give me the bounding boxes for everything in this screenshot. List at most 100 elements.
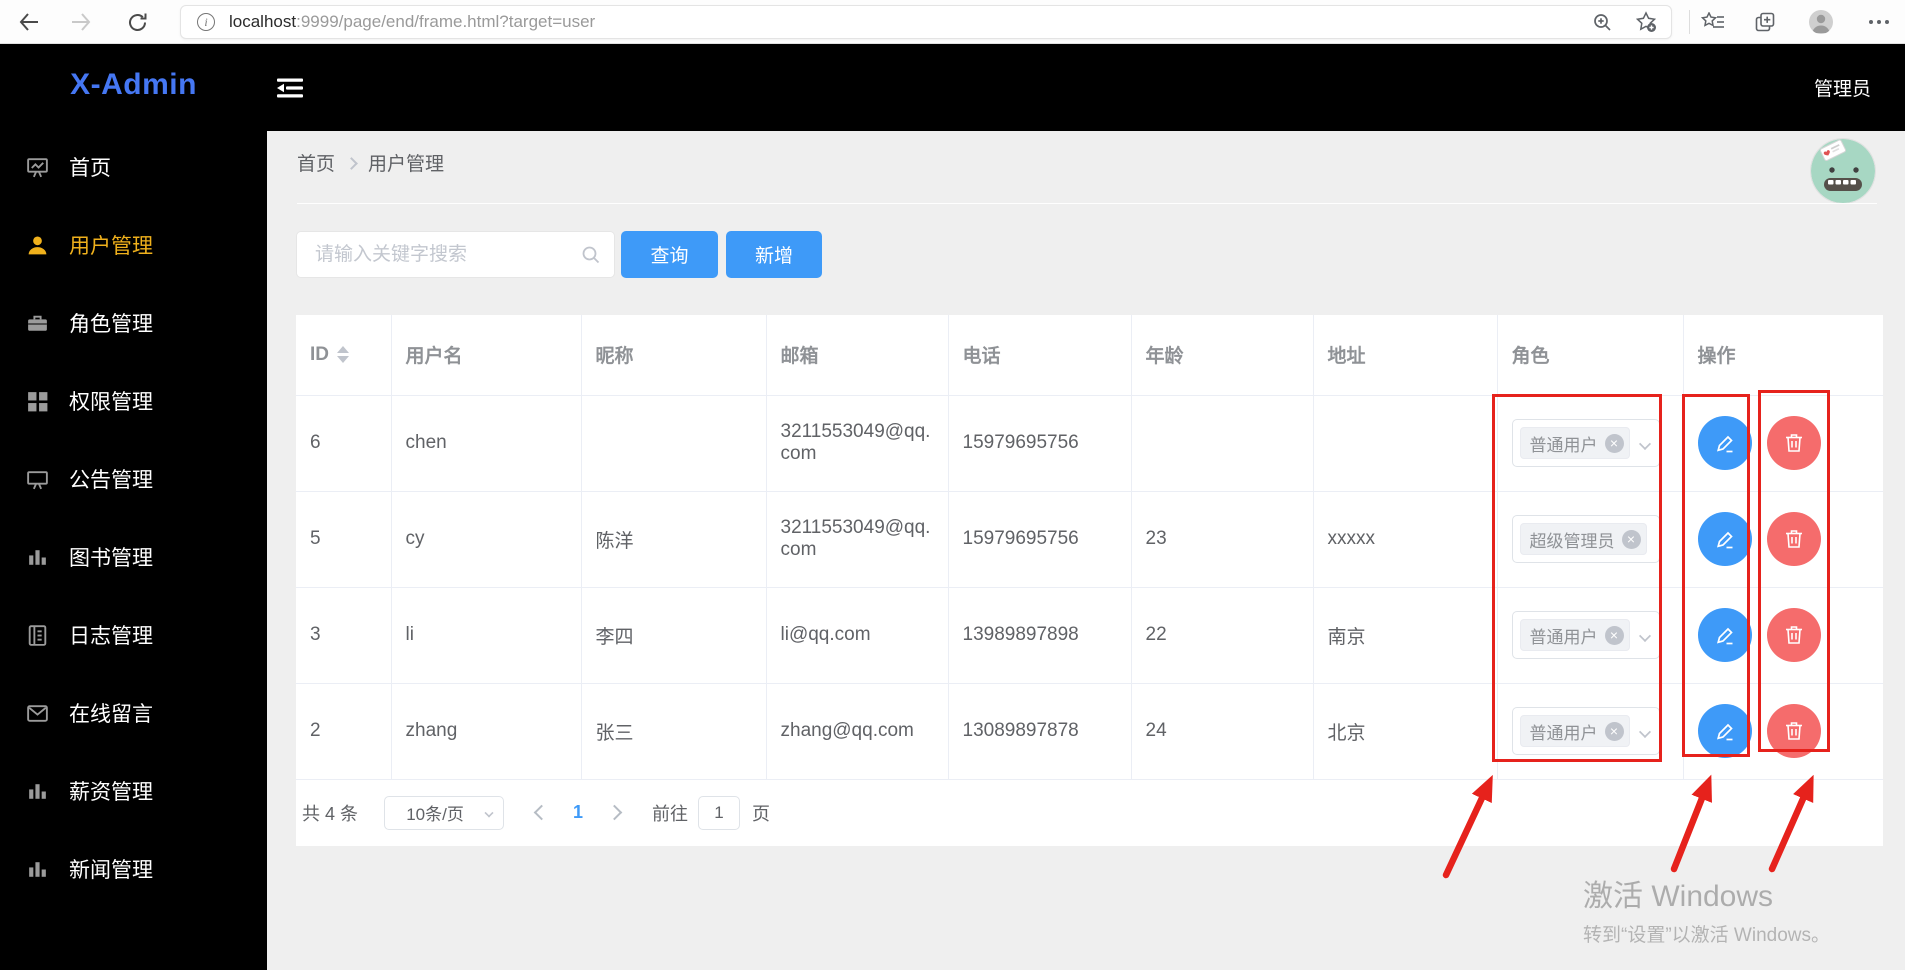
- cell-actions: [1683, 395, 1883, 492]
- edit-button[interactable]: [1697, 416, 1752, 470]
- address-bar[interactable]: i localhost:9999/page/end/frame.html?tar…: [180, 5, 1672, 39]
- browser-menu-icon[interactable]: [1862, 0, 1896, 44]
- browser-refresh-icon[interactable]: [122, 0, 152, 44]
- cell-phone: 15979695756: [948, 491, 1132, 588]
- toolbar-divider: [1689, 10, 1690, 34]
- next-page-icon[interactable]: [606, 804, 623, 821]
- tag-close-icon[interactable]: ×: [1604, 721, 1624, 741]
- cell-email: zhang@qq.com: [766, 683, 949, 780]
- cell-age: 24: [1131, 683, 1314, 780]
- search-icon: [580, 244, 602, 271]
- tag-close-icon[interactable]: ×: [1604, 625, 1624, 645]
- page-size-select[interactable]: 10条/页: [384, 795, 505, 830]
- cell-nickname: 陈洋: [581, 491, 767, 588]
- delete-button[interactable]: [1766, 416, 1821, 470]
- watermark-title: 激活 Windows: [1583, 880, 1774, 913]
- role-tag-label: 普通用户: [1529, 627, 1598, 647]
- favorites-bar-icon[interactable]: [1698, 0, 1728, 44]
- cell-id: 6: [296, 395, 392, 492]
- prev-page-icon[interactable]: [533, 804, 550, 821]
- table-row: 6 chen 3211553049@qq.com 15979695756 普通用…: [296, 395, 1883, 492]
- sidebar-item-label: 新闻管理: [69, 859, 153, 882]
- cell-phone: 15979695756: [948, 395, 1132, 492]
- delete-button[interactable]: [1766, 704, 1821, 758]
- chevron-down-icon: [484, 807, 494, 818]
- col-header-id: ID: [296, 315, 392, 396]
- current-page[interactable]: 1: [573, 802, 583, 823]
- sidebar-item-label: 图书管理: [69, 547, 153, 570]
- breadcrumb: 首页 用户管理: [297, 149, 444, 176]
- browser-forward-icon[interactable]: [66, 0, 96, 44]
- user-avatar[interactable]: [1811, 139, 1875, 203]
- breadcrumb-current: 用户管理: [368, 154, 445, 175]
- sidebar-item-news[interactable]: 新闻管理: [0, 830, 267, 908]
- sidebar-item-label: 在线留言: [69, 703, 153, 726]
- role-select[interactable]: 超级管理员 ×: [1511, 515, 1660, 563]
- grid-icon: [25, 389, 50, 414]
- edit-button[interactable]: [1697, 512, 1752, 566]
- mail-icon: [25, 701, 50, 726]
- search-input[interactable]: [297, 232, 614, 277]
- url-text: localhost:9999/page/end/frame.html?targe…: [229, 12, 595, 32]
- app-logo: X-Admin: [70, 68, 197, 101]
- breadcrumb-home[interactable]: 首页: [297, 149, 335, 176]
- pagination: 共 4 条 10条/页 1 前往 页: [296, 780, 1883, 846]
- role-select[interactable]: 普通用户 ×: [1511, 611, 1660, 659]
- sidebar-item-salary[interactable]: 薪资管理: [0, 752, 267, 830]
- table-row: 2 zhang 张三 zhang@qq.com 13089897878 24 北…: [296, 683, 1883, 780]
- user-icon: [25, 233, 50, 258]
- edit-button[interactable]: [1697, 608, 1752, 662]
- sidebar-item-logs[interactable]: 日志管理: [0, 596, 267, 674]
- cell-nickname: 张三: [581, 683, 767, 780]
- page-size-value: 10条/页: [406, 805, 464, 824]
- site-info-icon[interactable]: i: [197, 13, 215, 31]
- sidebar-item-permissions[interactable]: 权限管理: [0, 362, 267, 440]
- goto-page-input[interactable]: [698, 795, 741, 830]
- url-path: :9999/page/end/frame.html?target=user: [296, 12, 596, 31]
- cell-nickname: [581, 395, 767, 492]
- tag-close-icon[interactable]: ×: [1621, 529, 1641, 549]
- tag-close-icon[interactable]: ×: [1604, 433, 1624, 453]
- page-root: i localhost:9999/page/end/frame.html?tar…: [0, 0, 1905, 970]
- add-button[interactable]: 新增: [726, 231, 822, 278]
- role-tag-label: 超级管理员: [1529, 531, 1615, 551]
- sidebar-item-announcements[interactable]: 公告管理: [0, 440, 267, 518]
- cell-role: 普通用户 ×: [1497, 395, 1684, 492]
- current-user-label[interactable]: 管理员: [1814, 74, 1871, 101]
- sort-icon[interactable]: [337, 346, 349, 364]
- query-button[interactable]: 查询: [621, 231, 718, 278]
- sidebar-item-books[interactable]: 图书管理: [0, 518, 267, 596]
- table-row: 5 cy 陈洋 3211553049@qq.com 15979695756 23…: [296, 491, 1883, 588]
- cell-address: xxxxx: [1313, 491, 1498, 588]
- cell-email: 3211553049@qq.com: [766, 395, 949, 492]
- content-area: 首页 用户管理 查询 新增: [267, 131, 1905, 970]
- cell-nickname: 李四: [581, 587, 767, 684]
- delete-button[interactable]: [1766, 512, 1821, 566]
- sidebar: X-Admin 首页 用户管理 角色管理 权限管理 公告管理 图书管理 日志管理…: [0, 44, 267, 970]
- col-header-email: 邮箱: [766, 315, 949, 396]
- zoom-icon[interactable]: [1592, 12, 1613, 33]
- sidebar-item-users[interactable]: 用户管理: [0, 206, 267, 284]
- bar-chart-icon: [25, 779, 50, 804]
- sidebar-item-roles[interactable]: 角色管理: [0, 284, 267, 362]
- cell-actions: [1683, 587, 1883, 684]
- sidebar-item-messages[interactable]: 在线留言: [0, 674, 267, 752]
- role-select[interactable]: 普通用户 ×: [1511, 707, 1660, 755]
- cell-username: cy: [391, 491, 582, 588]
- cell-address: 北京: [1313, 683, 1498, 780]
- delete-button[interactable]: [1766, 608, 1821, 662]
- browser-profile-avatar[interactable]: [1804, 0, 1838, 44]
- role-tag-label: 普通用户: [1529, 435, 1598, 455]
- col-header-actions: 操作: [1683, 315, 1883, 396]
- collections-icon[interactable]: [1750, 0, 1780, 44]
- sidebar-item-home[interactable]: 首页: [0, 128, 267, 206]
- cell-phone: 13989897898: [948, 587, 1132, 684]
- browser-back-icon[interactable]: [14, 0, 44, 44]
- menu-fold-icon[interactable]: [275, 76, 305, 100]
- edit-button[interactable]: [1697, 704, 1752, 758]
- user-table-panel: ID 用户名 昵称 邮箱 电话 年龄 地址 角色 操作 6 chen 32115…: [296, 315, 1883, 846]
- role-select[interactable]: 普通用户 ×: [1511, 419, 1660, 467]
- favorite-add-icon[interactable]: [1635, 11, 1657, 33]
- board-icon: [25, 467, 50, 492]
- cell-role: 普通用户 ×: [1497, 683, 1684, 780]
